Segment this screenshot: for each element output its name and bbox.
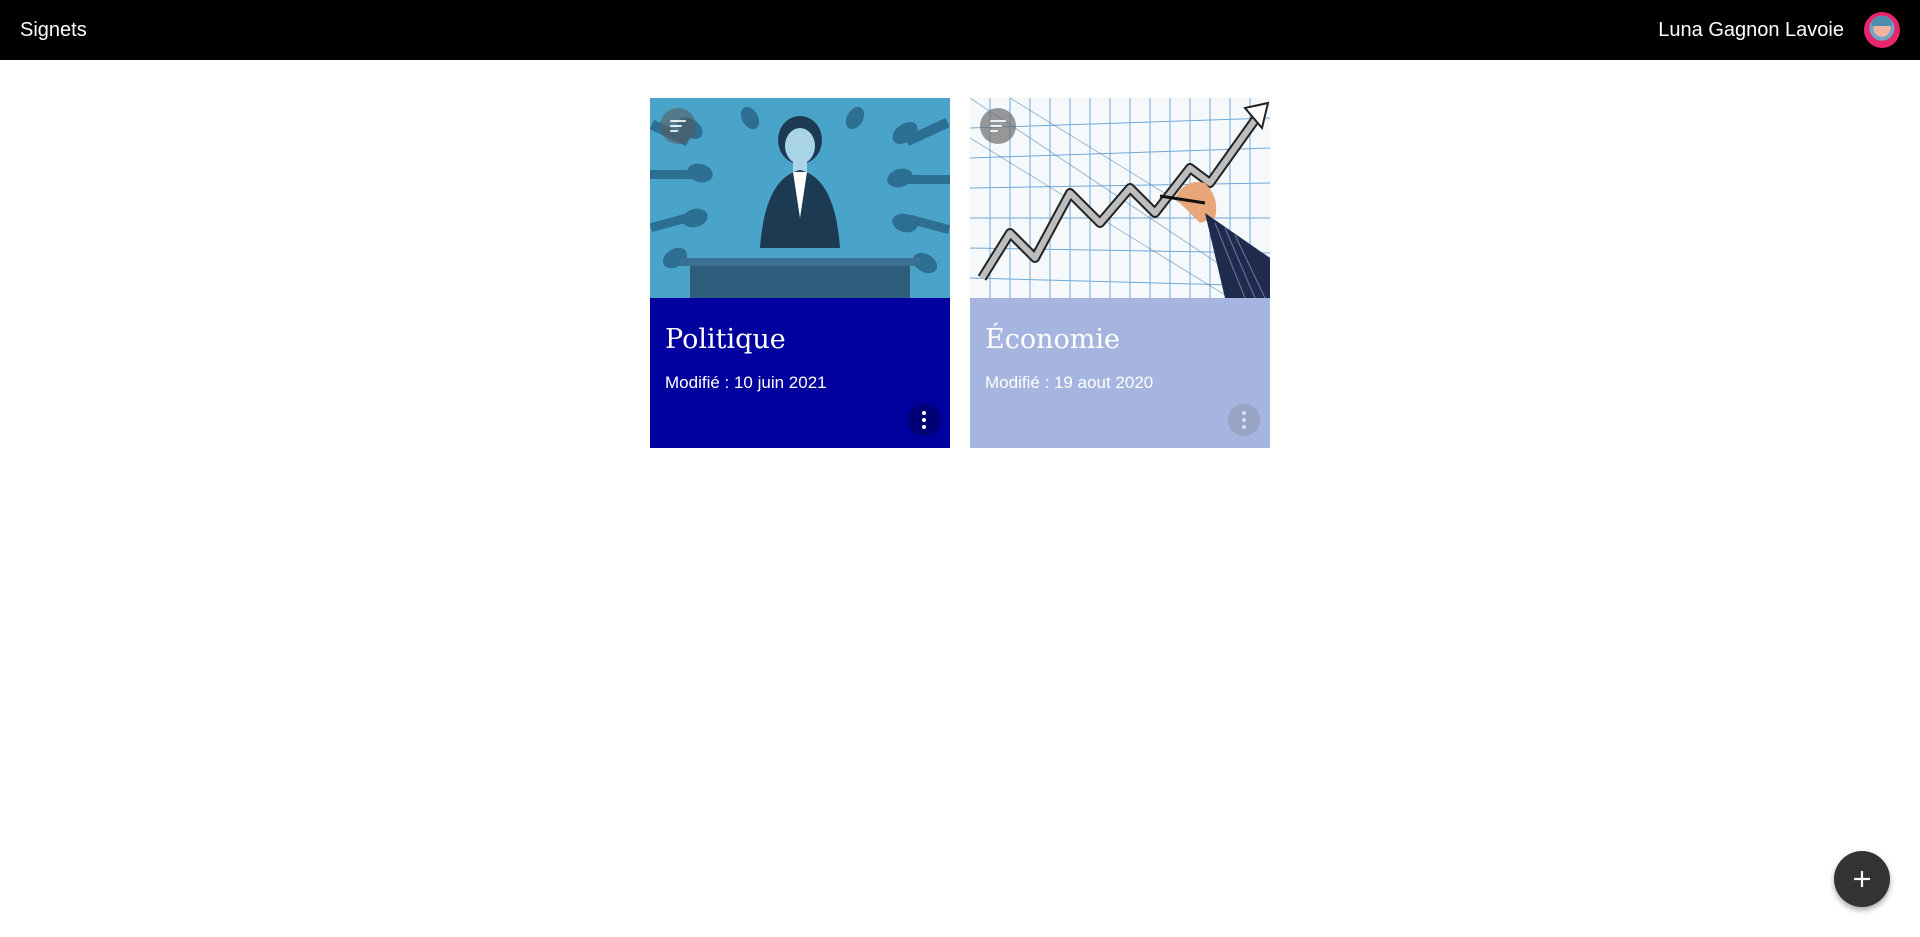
plus-icon [1854,871,1870,887]
folder-card-politique[interactable]: Politique Modifié : 10 juin 2021 [650,98,950,448]
card-body-politique: Politique Modifié : 10 juin 2021 [650,298,950,448]
user-name: Luna Gagnon Lavoie [1658,18,1844,41]
more-options-icon[interactable] [908,404,940,436]
add-folder-button[interactable] [1834,851,1890,907]
card-body-economie: Économie Modifié : 19 aout 2020 [970,298,1270,448]
more-options-icon[interactable] [1228,404,1260,436]
card-image-politique [650,98,950,298]
folder-card-economie[interactable]: Économie Modifié : 19 aout 2020 [970,98,1270,448]
sort-icon[interactable] [660,108,696,144]
card-title: Politique [665,324,786,355]
top-bar: Signets Luna Gagnon Lavoie [0,0,1920,60]
bookmark-folders-grid: Politique Modifié : 10 juin 2021 Économi… [650,98,1270,448]
card-image-economie [970,98,1270,298]
sort-icon[interactable] [980,108,1016,144]
user-area: Luna Gagnon Lavoie [1658,12,1900,48]
card-modified-date: Modifié : 10 juin 2021 [665,373,827,392]
avatar[interactable] [1864,12,1900,48]
app-title: Signets [20,18,87,41]
card-modified-date: Modifié : 19 aout 2020 [985,373,1154,392]
card-title: Économie [985,324,1120,355]
